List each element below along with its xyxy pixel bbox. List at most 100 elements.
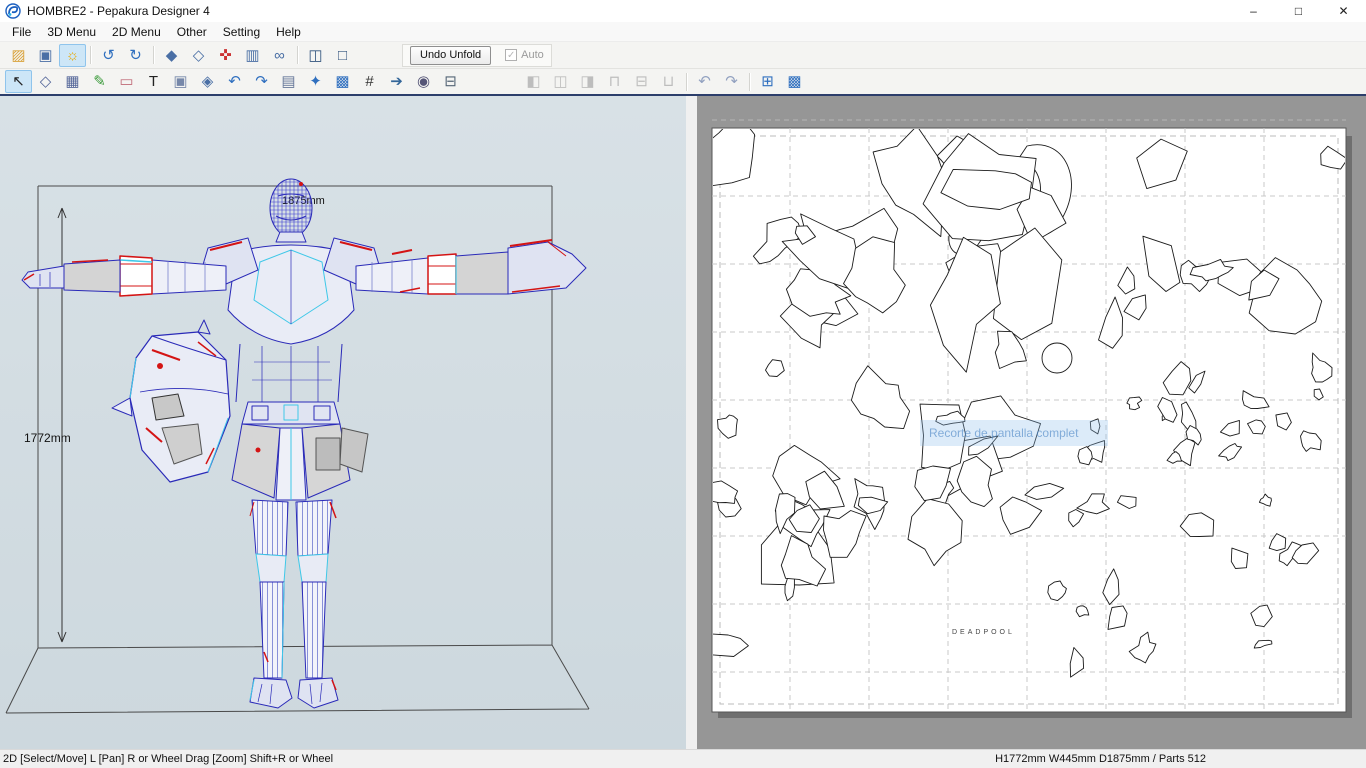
single-view-icon[interactable]: □ [329, 44, 356, 67]
page-shadow [718, 712, 1352, 718]
toolbar-separator [153, 46, 154, 64]
pack-parts-icon: ▩ [787, 73, 802, 90]
rotate-ccw-icon[interactable]: ↶ [691, 70, 718, 93]
scatter-parts-icon[interactable]: ✦ [302, 70, 329, 93]
pack-parts-icon[interactable]: ▩ [781, 70, 808, 93]
divide-face-icon[interactable]: ▦ [59, 70, 86, 93]
align-right-icon: ◨ [580, 73, 595, 90]
text-tool-icon[interactable]: T [140, 70, 167, 93]
menu-2d-menu[interactable]: 2D Menu [104, 23, 169, 41]
unfold-group: Undo Unfold ✓ Auto [402, 43, 552, 67]
maximize-button[interactable]: □ [1276, 0, 1321, 22]
select-move-icon[interactable]: ↖ [5, 70, 32, 93]
undo-icon: ↶ [228, 73, 241, 90]
undo-icon[interactable]: ↶ [221, 70, 248, 93]
print-icon[interactable]: ⊟ [437, 70, 464, 93]
toolbar-separator [297, 46, 298, 64]
arrange-parts-icon[interactable]: ⊞ [754, 70, 781, 93]
measure-icon: ▥ [245, 46, 260, 64]
align-middle-icon[interactable]: ⊟ [628, 70, 655, 93]
menu-bar: File 3D Menu 2D Menu Other Setting Help [0, 22, 1366, 42]
check-sheet-icon[interactable]: ▤ [275, 70, 302, 93]
helmet-part[interactable] [111, 319, 231, 483]
edit-flap-icon: ◇ [39, 73, 52, 90]
capture-icon[interactable]: ◉ [410, 70, 437, 93]
save-file-icon[interactable]: ▣ [32, 44, 59, 67]
show-wire-icon[interactable]: ◇ [185, 44, 212, 67]
pane-splitter[interactable] [686, 96, 697, 749]
rotate-view-icon: ↺ [102, 46, 115, 64]
model-3d[interactable] [21, 178, 587, 709]
spin-view-icon[interactable]: ↻ [122, 44, 149, 67]
toolbar-2d-buttons: ↖ ◇ ▦ ✎ ▭ T ▣ ◈ ↶ ↷ ▤ ✦ ▩ # ➔ ◉ ⊟ ◧ ◫ ◨ ⊓ ⊟ ⊔ ↶ ↷ ⊞ ▩ [5, 69, 808, 94]
pattern-piece[interactable] [1041, 342, 1073, 374]
capture-watermark: Recorte de pantalla complet [920, 420, 1108, 446]
show-solid-icon: ◆ [165, 46, 178, 64]
align-top-icon: ⊓ [608, 73, 621, 90]
menu-other[interactable]: Other [169, 23, 215, 41]
material-icon: ◈ [201, 73, 214, 90]
edit-flap-icon[interactable]: ◇ [32, 70, 59, 93]
rotate-cw-icon[interactable]: ↷ [718, 70, 745, 93]
capture-icon: ◉ [416, 73, 431, 90]
divide-face-icon: ▦ [65, 73, 80, 90]
rotate-ccw-icon: ↶ [698, 73, 711, 90]
edge-color-icon: ✎ [93, 73, 106, 90]
numbering-icon: # [365, 73, 374, 90]
render-toggle-icon[interactable]: ☼ [59, 43, 86, 67]
show-wire-icon: ◇ [192, 46, 205, 64]
align-top-icon[interactable]: ⊓ [601, 70, 628, 93]
watermark-text: Recorte de pantalla complet [929, 426, 1079, 440]
pattern-piece[interactable] [697, 113, 756, 187]
measure-icon[interactable]: ▥ [239, 44, 266, 67]
open-file-icon: ▨ [11, 46, 26, 64]
pin-icon[interactable]: ✜ [212, 44, 239, 67]
align-right-icon[interactable]: ◨ [574, 70, 601, 93]
render-toggle-icon: ☼ [65, 46, 80, 64]
menu-help[interactable]: Help [268, 23, 309, 41]
link-views-icon: ∞ [274, 46, 285, 64]
numbering-icon[interactable]: # [356, 70, 383, 93]
3d-viewport[interactable]: 1772mm 1875mm [0, 96, 686, 749]
edge-color-icon[interactable]: ✎ [86, 70, 113, 93]
export-page-icon[interactable]: ➔ [383, 70, 410, 93]
page-shadow [1346, 136, 1352, 718]
open-file-icon[interactable]: ▨ [5, 44, 32, 67]
menu-file[interactable]: File [4, 23, 39, 41]
close-button[interactable]: ✕ [1321, 0, 1366, 22]
redo-icon: ↷ [255, 73, 268, 90]
align-center-icon[interactable]: ◫ [547, 70, 574, 93]
material-icon[interactable]: ◈ [194, 70, 221, 93]
auto-unfold-toggle[interactable]: ✓ Auto [505, 49, 544, 61]
check-sheet-icon: ▤ [281, 73, 296, 90]
split-view-icon: ◫ [308, 46, 323, 64]
align-center-icon: ◫ [553, 73, 568, 90]
eraser-icon[interactable]: ▭ [113, 70, 140, 93]
arrange-parts-icon: ⊞ [761, 73, 774, 90]
show-solid-icon[interactable]: ◆ [158, 44, 185, 67]
link-views-icon[interactable]: ∞ [266, 44, 293, 67]
select-move-icon: ↖ [12, 73, 25, 90]
minimize-button[interactable]: – [1231, 0, 1276, 22]
status-dimensions: H1772mm W445mm D1875mm / Parts 512 [995, 753, 1206, 765]
auto-checkbox-icon[interactable]: ✓ [505, 49, 518, 61]
undo-unfold-button[interactable]: Undo Unfold [410, 45, 492, 65]
2d-viewport[interactable]: Recorte de pantalla complet DEADPOOL [697, 96, 1366, 749]
scatter-parts-icon: ✦ [309, 73, 322, 90]
rotate-view-icon[interactable]: ↺ [95, 44, 122, 67]
2d-layout: Recorte de pantalla complet DEADPOOL [697, 113, 1352, 718]
align-bottom-icon: ⊔ [662, 73, 675, 90]
window-controls: – □ ✕ [1231, 0, 1366, 22]
spin-view-icon: ↻ [129, 46, 142, 64]
align-left-icon[interactable]: ◧ [520, 70, 547, 93]
auto-layout-icon[interactable]: ▩ [329, 70, 356, 93]
auto-label: Auto [521, 49, 544, 61]
split-view-icon[interactable]: ◫ [302, 44, 329, 67]
print-icon: ⊟ [444, 73, 457, 90]
image-tool-icon[interactable]: ▣ [167, 70, 194, 93]
image-tool-icon: ▣ [173, 73, 188, 90]
menu-setting[interactable]: Setting [215, 23, 268, 41]
align-bottom-icon[interactable]: ⊔ [655, 70, 682, 93]
redo-icon[interactable]: ↷ [248, 70, 275, 93]
menu-3d-menu[interactable]: 3D Menu [39, 23, 104, 41]
